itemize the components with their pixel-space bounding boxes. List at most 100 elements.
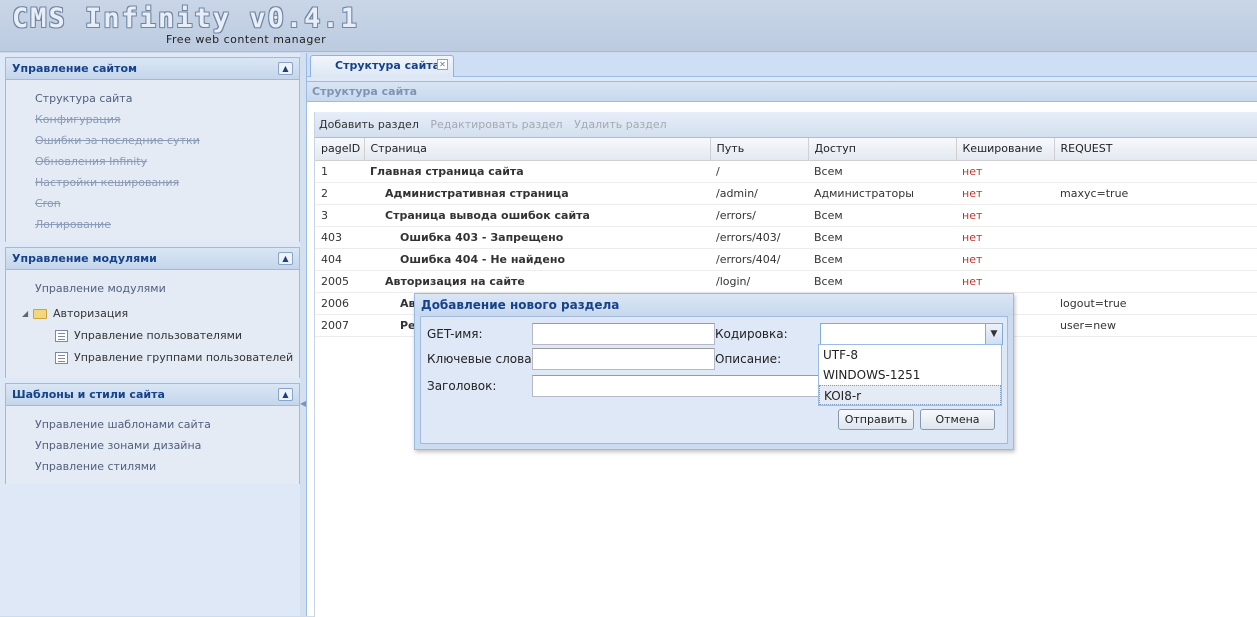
encoding-select[interactable]: ▼ — [820, 323, 1003, 345]
close-icon[interactable]: ✕ — [437, 59, 448, 70]
nav-module-management[interactable]: Управление модулями — [6, 278, 299, 299]
cell-caching: нет — [956, 248, 1054, 271]
cell-pageid: 2 — [315, 182, 364, 205]
cell-page: Ошибка 404 - Не найдено — [364, 248, 710, 271]
nav-infinity-updates: Обновления Infinity — [35, 155, 148, 168]
keywords-input[interactable] — [532, 348, 715, 370]
panel-title: Структура сайта — [307, 82, 1257, 102]
tree-folder-label: Авторизация — [53, 307, 129, 320]
table-row[interactable]: 3 Страница вывода ошибок сайта/errors/Все… — [315, 204, 1257, 227]
delete-section-button: Удалить раздел — [574, 118, 667, 131]
cell-page: Авторизация на сайте — [364, 270, 710, 293]
cell-path: / — [710, 160, 808, 183]
add-section-button[interactable]: Добавить раздел — [319, 118, 419, 131]
panel-title: Управление сайтом — [12, 62, 138, 75]
cell-page: Главная страница сайта — [364, 160, 710, 183]
table-row[interactable]: 403 Ошибка 403 - Запрещено/errors/403/Все… — [315, 226, 1257, 249]
app-header: CMS Infinity v0.4.1 Free web content man… — [0, 0, 1257, 52]
cell-caching: нет — [956, 182, 1054, 205]
modules-panel: Управление модулями ▲ Управление модулям… — [5, 247, 300, 378]
cell-path: /errors/403/ — [710, 226, 808, 249]
edit-section-button: Редактировать раздел — [430, 118, 563, 131]
nav-site-templates[interactable]: Управление шаблонами сайта — [6, 414, 299, 435]
folder-icon — [33, 309, 47, 319]
panel-title: Управление модулями — [12, 252, 157, 265]
collapse-icon[interactable]: ▲ — [278, 252, 293, 265]
cell-caching: нет — [956, 226, 1054, 249]
cell-access: Всем — [808, 226, 956, 249]
tree-item-user-groups[interactable]: Управление группами пользователей — [6, 347, 299, 369]
nav-styles[interactable]: Управление стилями — [6, 456, 299, 477]
cell-access: Администраторы — [808, 182, 956, 205]
tree-item-label: Управление группами пользователей — [74, 351, 294, 364]
cell-request — [1054, 160, 1257, 183]
column-header-access[interactable]: Доступ — [808, 138, 957, 161]
cell-request — [1054, 270, 1257, 293]
cell-access: Всем — [808, 270, 956, 293]
encoding-option-utf8[interactable]: UTF-8 — [819, 345, 1001, 365]
sidebar: Управление сайтом ▲ Структура сайта Конф… — [0, 53, 302, 616]
cell-pageid: 2007 — [315, 314, 364, 337]
app-tagline: Free web content manager — [166, 33, 327, 46]
cell-path: /admin/ — [710, 182, 808, 205]
cell-path: /errors/404/ — [710, 248, 808, 271]
cell-request — [1054, 248, 1257, 271]
encoding-option-koi8r[interactable]: KOI8-r — [819, 385, 1001, 405]
encoding-option-windows1251[interactable]: WINDOWS-1251 — [819, 365, 1001, 385]
table-row[interactable]: 2 Административная страница/admin/Админис… — [315, 182, 1257, 205]
cell-page: Ошибка 403 - Запрещено — [364, 226, 710, 249]
cell-caching: нет — [956, 204, 1054, 227]
collapse-icon[interactable]: ▲ — [278, 62, 293, 75]
column-header-pageid[interactable]: pageID — [315, 138, 365, 161]
cell-request: maxyc=true — [1054, 182, 1257, 205]
get-name-label: GET-имя: — [427, 327, 483, 341]
collapse-icon[interactable]: ▲ — [278, 388, 293, 401]
cell-pageid: 2005 — [315, 270, 364, 293]
submit-button[interactable]: Отправить — [838, 409, 914, 430]
cell-access: Всем — [808, 160, 956, 183]
column-header-request[interactable]: REQUEST — [1054, 138, 1257, 161]
cell-pageid: 3 — [315, 204, 364, 227]
column-header-path[interactable]: Путь — [710, 138, 809, 161]
panel-header: Шаблоны и стили сайта ▲ — [6, 384, 299, 406]
table-header-row: pageID Страница Путь Доступ Кеширование … — [315, 138, 1257, 161]
panel-body: Управление модулями ◢ Авторизация Управл… — [6, 270, 299, 378]
table-row[interactable]: 404 Ошибка 404 - Не найдено/errors/404/Вс… — [315, 248, 1257, 271]
cell-pageid: 2006 — [315, 292, 364, 315]
tree-folder-auth[interactable]: ◢ Авторизация — [6, 303, 299, 325]
encoding-label: Кодировка: — [715, 327, 788, 341]
cell-pageid: 404 — [315, 248, 364, 271]
get-name-input[interactable] — [532, 323, 715, 345]
tree-item-users[interactable]: Управление пользователями — [6, 325, 299, 347]
cell-caching: нет — [956, 270, 1054, 293]
cell-request: logout=true — [1054, 292, 1257, 315]
description-label: Описание: — [715, 352, 782, 366]
column-header-caching[interactable]: Кеширование — [956, 138, 1055, 161]
panel-header: Управление модулями ▲ — [6, 248, 299, 270]
app-logo: CMS Infinity v0.4.1 — [12, 3, 359, 34]
cell-caching: нет — [956, 160, 1054, 183]
cancel-button[interactable]: Отмена — [920, 409, 995, 430]
cell-request — [1054, 226, 1257, 249]
list-icon — [55, 352, 68, 364]
column-header-page[interactable]: Страница — [364, 138, 711, 161]
site-management-panel: Управление сайтом ▲ Структура сайта Конф… — [5, 57, 300, 242]
nav-site-structure[interactable]: Структура сайта — [6, 88, 299, 109]
tree-item-label: Управление пользователями — [74, 329, 243, 342]
dialog-title: Добавление нового раздела — [415, 294, 1013, 316]
cell-access: Всем — [808, 248, 956, 271]
table-row[interactable]: 2005 Авторизация на сайте/login/Всем нет — [315, 270, 1257, 293]
chevron-down-icon[interactable]: ▼ — [985, 324, 1002, 344]
heading-label: Заголовок: — [427, 379, 497, 393]
nav-design-zones[interactable]: Управление зонами дизайна — [6, 435, 299, 456]
table-row[interactable]: 1 Главная страница сайта / Всем нет — [315, 160, 1257, 183]
nav-configuration: Конфигурация — [35, 113, 121, 126]
cell-pageid: 1 — [315, 160, 364, 183]
cell-pageid: 403 — [315, 226, 364, 249]
tab-label: Структура сайта — [335, 59, 441, 72]
cell-page: Страница вывода ошибок сайта — [364, 204, 710, 227]
tab-site-structure[interactable]: Структура сайта ✕ — [310, 55, 454, 77]
heading-input[interactable] — [532, 375, 822, 397]
encoding-dropdown-list: UTF-8 WINDOWS-1251 KOI8-r — [818, 344, 1002, 406]
expand-triangle-icon[interactable]: ◢ — [22, 303, 28, 325]
